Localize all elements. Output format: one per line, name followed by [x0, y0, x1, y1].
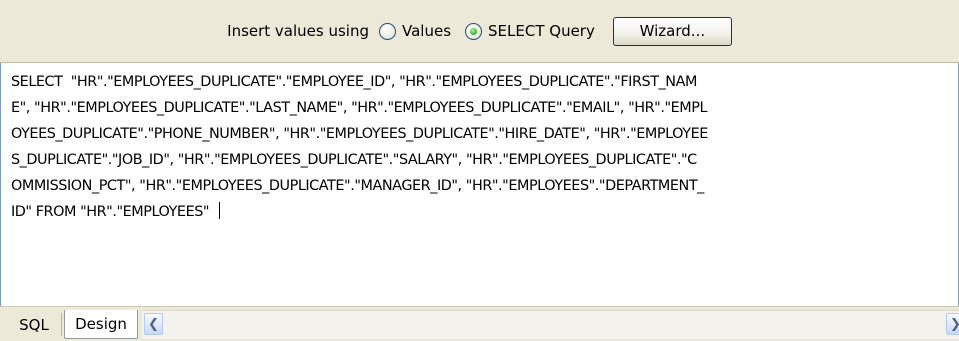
sql-line-2: E", "HR"."EMPLOYEES_DUPLICATE"."LAST_NAM… — [11, 100, 708, 116]
insert-mode-toolbar: Insert values using Values SELECT Query … — [0, 0, 959, 63]
text-caret — [219, 202, 221, 219]
insert-mode-label: Insert values using — [227, 22, 370, 40]
sql-query-editor[interactable]: SELECT "HR"."EMPLOYEES_DUPLICATE"."EMPLO… — [0, 63, 959, 306]
sql-line-5: OMMISSION_PCT", "HR"."EMPLOYEES_DUPLICAT… — [11, 178, 704, 194]
tab-divider — [61, 313, 62, 336]
wizard-button[interactable]: Wizard... — [612, 16, 732, 46]
sql-line-6-text: ID" FROM "HR"."EMPLOYEES" — [11, 204, 218, 220]
select-query-radio-option[interactable]: SELECT Query — [465, 22, 595, 40]
values-radio-button[interactable] — [379, 22, 397, 40]
tab-sql[interactable]: SQL — [6, 310, 62, 339]
sql-line-3: OYEES_DUPLICATE"."PHONE_NUMBER", "HR"."E… — [11, 126, 708, 142]
sql-line-1: SELECT "HR"."EMPLOYEES_DUPLICATE"."EMPLO… — [11, 74, 697, 90]
tab-design[interactable]: Design — [64, 310, 138, 339]
sql-line-4: S_DUPLICATE"."JOB_ID", "HR"."EMPLOYEES_D… — [11, 152, 697, 168]
values-radio-label[interactable]: Values — [402, 22, 451, 40]
editor-tab-bar: SQL Design ❮ ❯ — [0, 306, 959, 341]
select-query-radio-label[interactable]: SELECT Query — [488, 22, 595, 40]
horizontal-scrollbar[interactable]: ❮ ❯ — [142, 310, 959, 339]
sql-line-6: ID" FROM "HR"."EMPLOYEES" — [11, 199, 958, 225]
chevron-right-icon[interactable]: ❯ — [946, 313, 959, 335]
select-query-radio-button[interactable] — [465, 22, 483, 40]
chevron-left-icon[interactable]: ❮ — [144, 313, 163, 335]
values-radio-option[interactable]: Values — [379, 22, 451, 40]
insert-values-panel: Insert values using Values SELECT Query … — [0, 0, 959, 341]
